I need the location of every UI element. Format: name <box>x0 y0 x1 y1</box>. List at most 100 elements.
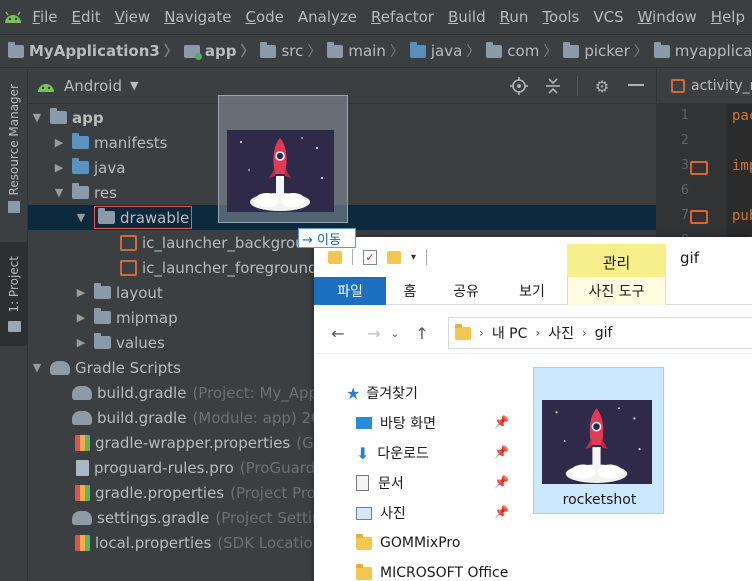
address-segment-gif[interactable]: gif <box>595 325 613 341</box>
folder-icon <box>356 563 372 580</box>
menu-navigate[interactable]: Navigate <box>157 0 238 34</box>
back-arrow-icon[interactable]: ← <box>324 324 352 343</box>
editor-tab-bar: activity_m <box>656 68 752 104</box>
file-icon <box>76 459 89 476</box>
address-row: ← → ⌄ ↑ › 내 PC › 사진 › gif <box>314 313 752 353</box>
menu-help[interactable]: Help <box>704 0 752 34</box>
gradle-icon <box>50 360 70 375</box>
nav-item-pictures[interactable]: 사진 <box>356 501 406 525</box>
navigation-pane: ★ 즐겨찾기 바탕 화면 📌 ⬇ 다운로드 📌 문서 📌 사진 📌 GOMMix… <box>314 365 514 581</box>
tab-view[interactable]: 보기 <box>510 277 554 305</box>
chevron-right-icon: 〉 <box>240 44 255 60</box>
breadcrumb-java[interactable]: java 〉 <box>409 41 486 61</box>
tab-home[interactable]: 홈 <box>392 277 428 305</box>
resources-folder-icon <box>72 183 89 199</box>
breadcrumb: MyApplication3 〉 app 〉 src 〉 main 〉 java 〉 co… <box>0 34 752 68</box>
properties-check-icon[interactable]: ✓ <box>363 249 377 265</box>
recent-locations-icon[interactable]: ⌄ <box>388 327 402 340</box>
project-tab[interactable]: 1: Project <box>0 242 28 346</box>
gradle-icon <box>72 510 92 525</box>
module-folder-icon <box>50 108 67 124</box>
chevron-right-icon: 〉 <box>543 44 558 60</box>
xml-file-icon <box>120 234 137 251</box>
properties-icon <box>75 534 90 551</box>
window-title: gif <box>680 249 699 267</box>
menu-window[interactable]: Window <box>631 0 704 34</box>
menu-build[interactable]: Build <box>441 0 493 34</box>
android-studio-logo-icon <box>0 0 25 34</box>
locate-file-icon[interactable] <box>509 76 529 96</box>
breadcrumb-app[interactable]: app 〉 <box>183 41 261 61</box>
tab-file[interactable]: 파일 <box>314 277 386 305</box>
breadcrumb-src[interactable]: src 〉 <box>260 41 327 61</box>
collapse-all-icon[interactable] <box>543 76 563 96</box>
toolbar-divider <box>426 249 428 265</box>
menu-view[interactable]: View <box>108 0 158 34</box>
nav-item-microsoft-office[interactable]: MICROSOFT Office <box>356 561 508 581</box>
nav-item-downloads[interactable]: ⬇ 다운로드 <box>356 441 429 465</box>
new-folder-icon[interactable] <box>387 250 401 264</box>
address-bar[interactable]: › 내 PC › 사진 › gif <box>448 317 752 349</box>
resource-manager-icon <box>8 201 20 214</box>
breadcrumb-myapplication[interactable]: myapplication〉 <box>653 41 752 61</box>
line-number: 7 <box>680 208 689 223</box>
folder-icon <box>98 208 115 224</box>
activity-layout-icon[interactable] <box>690 210 708 224</box>
project-view-selector[interactable]: Android ▼ <box>36 77 138 95</box>
pin-icon[interactable]: 📌 <box>494 415 509 429</box>
source-folder-icon <box>72 158 89 174</box>
address-segment-pictures[interactable]: 사진 <box>548 323 574 343</box>
menu-file[interactable]: File <box>25 0 64 34</box>
menu-refactor[interactable]: Refactor <box>364 0 441 34</box>
line-number: 6 <box>680 183 689 198</box>
up-arrow-icon[interactable]: ↑ <box>408 324 436 343</box>
nav-quick-access[interactable]: ★ 즐겨찾기 <box>346 381 418 405</box>
package-icon <box>653 41 670 58</box>
address-segment-pc[interactable]: 내 PC <box>492 323 528 343</box>
menu-run[interactable]: Run <box>493 0 536 34</box>
folder-icon <box>72 133 89 149</box>
resource-manager-tab[interactable]: Resource Manager <box>0 84 28 214</box>
file-item-rocketshot[interactable]: rocketshot <box>533 367 664 514</box>
fold-marker-icon[interactable] <box>690 161 708 175</box>
forward-arrow-icon[interactable]: → <box>360 324 388 343</box>
hide-panel-icon[interactable] <box>626 76 646 96</box>
chevron-right-icon: ▶ <box>76 336 86 349</box>
rocket-thumbnail <box>227 130 334 212</box>
tab-share[interactable]: 공유 <box>448 277 484 305</box>
breadcrumb-project[interactable]: MyApplication3 〉 <box>8 41 184 61</box>
menu-tools[interactable]: Tools <box>535 0 586 34</box>
breadcrumb-com[interactable]: com 〉 <box>486 41 563 61</box>
folder-icon <box>94 308 111 324</box>
ribbon-context-manage[interactable]: 관리 <box>567 244 666 280</box>
properties-icon <box>75 434 90 451</box>
breadcrumb-picker[interactable]: picker 〉 <box>563 41 653 61</box>
breadcrumb-main[interactable]: main 〉 <box>327 41 409 61</box>
pin-icon[interactable]: 📌 <box>494 505 509 519</box>
pin-icon[interactable]: 📌 <box>494 475 509 489</box>
xml-file-icon <box>120 259 137 276</box>
chevron-right-icon: › <box>479 326 484 340</box>
nav-item-gommixpro[interactable]: GOMMixPro <box>356 531 460 555</box>
line-number: 1 <box>680 108 689 123</box>
gear-icon[interactable]: ⚙ <box>592 76 612 96</box>
tab-picture-tools[interactable]: 사진 도구 <box>567 277 666 305</box>
menu-code[interactable]: Code <box>238 0 290 34</box>
download-icon: ⬇ <box>356 443 370 463</box>
editor-tab[interactable]: activity_m <box>671 78 752 94</box>
menu-analyze[interactable]: Analyze <box>291 0 364 34</box>
package-icon <box>486 41 503 58</box>
chevron-right-icon: › <box>581 326 587 340</box>
customize-dropdown-icon[interactable]: ▾ <box>411 252 416 263</box>
nav-item-documents[interactable]: 문서 <box>356 471 404 495</box>
menu-bar: File Edit View Navigate Code Analyze Ref… <box>0 0 752 34</box>
chevron-right-icon: ▶ <box>76 311 86 324</box>
chevron-right-icon: 〉 <box>633 44 648 60</box>
pin-icon[interactable]: 📌 <box>494 445 509 459</box>
chevron-down-icon: ▼ <box>32 111 42 124</box>
toolbar-divider <box>352 249 353 265</box>
menu-edit[interactable]: Edit <box>65 0 108 34</box>
nav-item-desktop[interactable]: 바탕 화면 <box>356 411 436 435</box>
menu-vcs[interactable]: VCS <box>586 0 630 34</box>
folder-icon[interactable] <box>328 250 342 264</box>
